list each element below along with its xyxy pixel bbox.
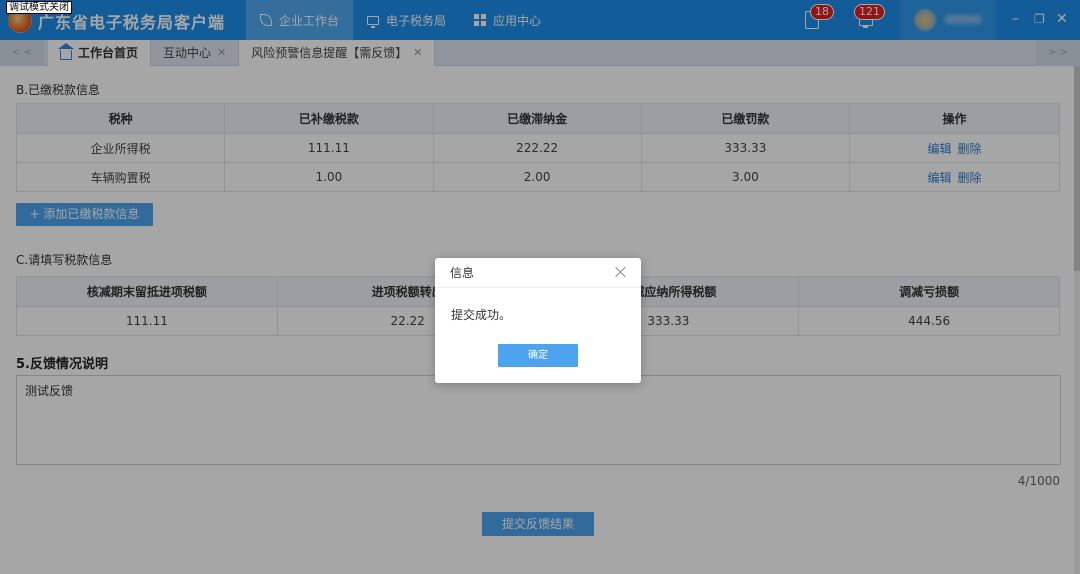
debug-mode-tag: 调试模式关闭 [6,1,72,14]
dialog-message: 提交成功。 [451,308,512,322]
dialog-title: 信息 [450,266,475,280]
close-icon[interactable] [615,266,627,278]
dialog-header: 信息 [435,258,641,288]
ok-button[interactable]: 确定 [498,344,578,367]
info-dialog: 信息 提交成功。 确定 [435,258,641,383]
